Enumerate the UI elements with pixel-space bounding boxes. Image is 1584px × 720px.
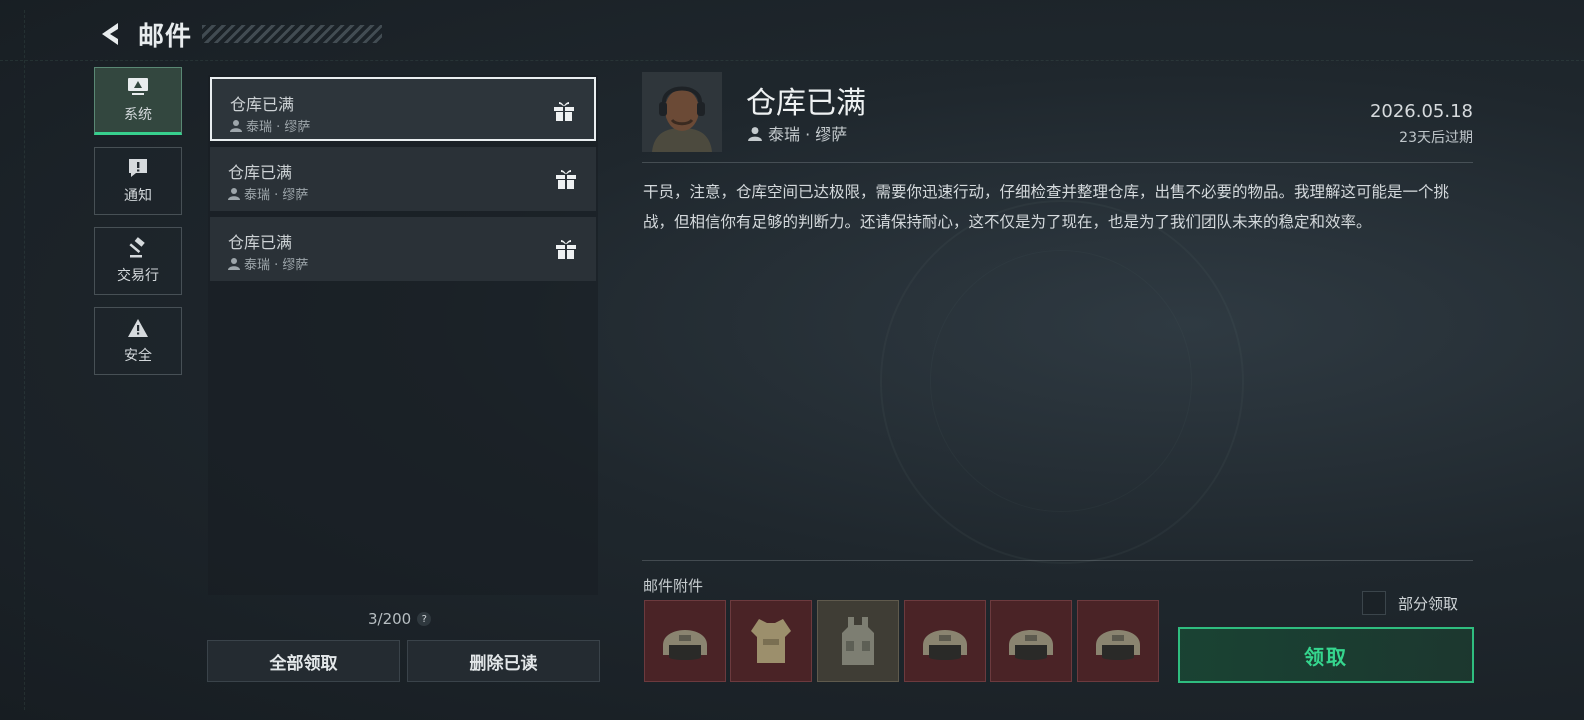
warning-icon bbox=[128, 319, 148, 337]
mail-title: 仓库已满 bbox=[228, 233, 293, 252]
attachment-item[interactable] bbox=[644, 600, 726, 682]
mail-count-value: 3/200 bbox=[368, 610, 412, 628]
gift-icon bbox=[556, 170, 576, 189]
person-icon bbox=[230, 120, 242, 132]
mail-body: 干员，注意，仓库空间已达极限，需要你迅速行动，仔细检查并整理仓库，出售不必要的物… bbox=[643, 183, 1450, 231]
helmet-icon bbox=[1096, 630, 1140, 660]
partial-claim-label: 部分领取 bbox=[1398, 594, 1459, 613]
mail-date: 2026.05.18 bbox=[1369, 101, 1473, 122]
header-hatch-decoration bbox=[202, 25, 383, 43]
tactical-vest-icon bbox=[842, 617, 874, 665]
attachment-label: 邮件附件 bbox=[643, 577, 704, 595]
body-armor-icon bbox=[751, 619, 791, 663]
nav-label: 系统 bbox=[124, 107, 152, 123]
mail-count: 3/200 ? bbox=[368, 610, 432, 628]
mail-sender-name: 泰瑞 · 缪萨 bbox=[244, 258, 309, 273]
page-header: 邮件 bbox=[96, 14, 383, 54]
mail-expire: 23天后过期 bbox=[1399, 130, 1473, 146]
mail-sender-name: 泰瑞 · 缪萨 bbox=[246, 120, 311, 135]
mail-sender: 泰瑞 · 缪萨 bbox=[230, 116, 310, 135]
mail-list-item[interactable]: 仓库已满 泰瑞 · 缪萨 bbox=[210, 77, 596, 141]
divider bbox=[642, 560, 1473, 561]
mail-title: 仓库已满 bbox=[228, 163, 293, 182]
person-icon bbox=[748, 126, 762, 141]
page-title: 邮件 bbox=[138, 21, 193, 52]
mail-sender: 泰瑞 · 缪萨 bbox=[228, 184, 308, 203]
mail-detail-sender: 泰瑞 · 缪萨 bbox=[748, 121, 847, 145]
mail-sender: 泰瑞 · 缪萨 bbox=[228, 254, 308, 273]
claim-button[interactable]: 领取 bbox=[1178, 627, 1474, 683]
nav-label: 安全 bbox=[124, 348, 152, 364]
exclamation-icon bbox=[129, 159, 147, 177]
back-arrow-icon bbox=[102, 23, 118, 45]
nav-item-system[interactable]: 系统 bbox=[94, 67, 182, 135]
mail-sender-name: 泰瑞 · 缪萨 bbox=[244, 188, 309, 203]
person-icon bbox=[228, 188, 240, 200]
mail-list-item[interactable]: 仓库已满 泰瑞 · 缪萨 bbox=[210, 217, 596, 281]
sender-avatar bbox=[642, 72, 722, 152]
gift-icon bbox=[554, 102, 574, 121]
nav-label: 交易行 bbox=[117, 268, 159, 284]
help-icon[interactable]: ? bbox=[417, 612, 432, 626]
category-nav: 系统 通知 交易行 安全 bbox=[94, 67, 184, 387]
nav-item-trade[interactable]: 交易行 bbox=[94, 227, 182, 295]
person-icon bbox=[228, 258, 240, 270]
attachment-item[interactable] bbox=[990, 600, 1072, 682]
nav-item-notice[interactable]: 通知 bbox=[94, 147, 182, 215]
background-emblem-inner bbox=[930, 250, 1192, 512]
partial-claim-toggle[interactable]: 部分领取 bbox=[1362, 591, 1458, 615]
claim-all-button[interactable]: 全部领取 bbox=[207, 640, 400, 682]
nav-label: 通知 bbox=[124, 188, 152, 204]
divider bbox=[642, 162, 1473, 163]
partial-claim-checkbox[interactable] bbox=[1362, 591, 1386, 615]
mail-detail-sender-name: 泰瑞 · 缪萨 bbox=[768, 125, 848, 144]
helmet-icon bbox=[923, 630, 967, 660]
monitor-icon bbox=[128, 78, 148, 95]
attachment-item[interactable] bbox=[730, 600, 812, 682]
gift-icon bbox=[556, 240, 576, 259]
nav-item-security[interactable]: 安全 bbox=[94, 307, 182, 375]
attachment-item[interactable] bbox=[817, 600, 899, 682]
attachment-item[interactable] bbox=[1077, 600, 1159, 682]
mail-list-item[interactable]: 仓库已满 泰瑞 · 缪萨 bbox=[210, 147, 596, 211]
grid-line bbox=[24, 10, 26, 710]
mail-title: 仓库已满 bbox=[230, 95, 295, 114]
mail-list: 仓库已满 泰瑞 · 缪萨 仓库已满 泰瑞 · 缪萨 仓库已满 泰瑞 · 缪萨 bbox=[208, 75, 598, 595]
delete-read-button[interactable]: 删除已读 bbox=[407, 640, 600, 682]
helmet-icon bbox=[663, 630, 707, 660]
sender-portrait-icon bbox=[642, 72, 722, 152]
back-button[interactable] bbox=[96, 20, 124, 48]
attachment-item[interactable] bbox=[904, 600, 986, 682]
mail-detail-title: 仓库已满 bbox=[746, 86, 866, 121]
helmet-icon bbox=[1009, 630, 1053, 660]
grid-line bbox=[0, 60, 1584, 62]
gavel-icon bbox=[129, 237, 145, 258]
